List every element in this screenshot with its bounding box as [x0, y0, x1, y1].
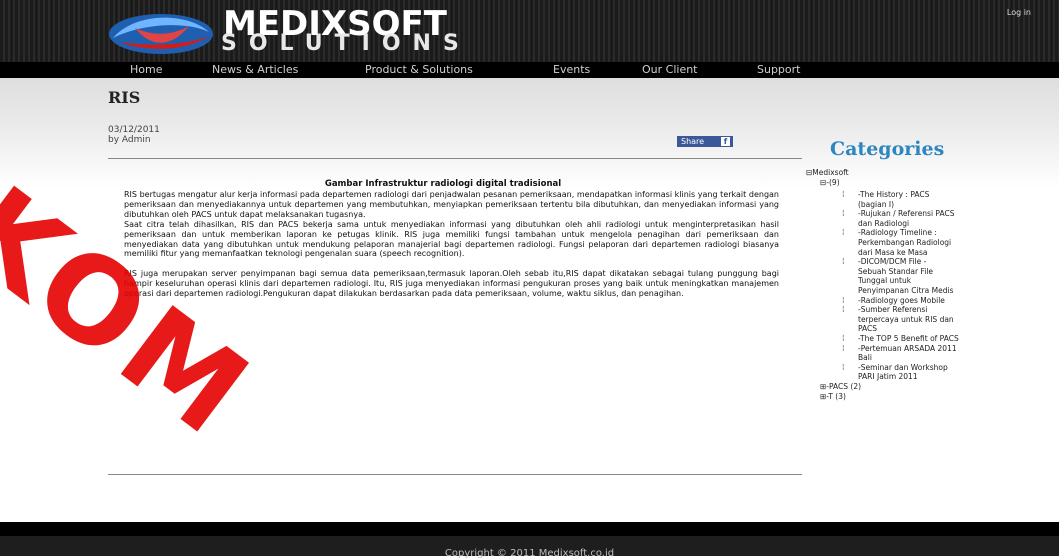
article-body: RIS bertugas mengatur alur kerja informa…	[124, 190, 779, 299]
facebook-icon: f	[721, 137, 730, 146]
site-header: MEDIXSOFT SOLUTIONS Log in	[0, 0, 1059, 62]
category-link[interactable]: -The TOP 5 Benefit of PACS	[858, 334, 1013, 344]
tree-guide-line: ¦	[842, 228, 845, 237]
category-link-text: -Pertemuan ARSADA 2011	[858, 343, 957, 353]
nav-item-support[interactable]: Support	[757, 62, 800, 78]
category-link-text: -The History : PACS	[858, 190, 930, 199]
main-nav: Home News & Articles Product & Solutions…	[0, 62, 1059, 78]
nav-item-home[interactable]: Home	[130, 62, 162, 78]
category-link-text: Bali	[858, 353, 872, 363]
medixsoft-logo[interactable]: MEDIXSOFT SOLUTIONS	[105, 4, 505, 58]
article-paragraph: RIS juga merupakan server penyimpanan ba…	[124, 269, 779, 299]
copyright-text: Copyright © 2011 Medixsoft.co.id	[444, 548, 615, 559]
category-link[interactable]: -Rujukan / Referensi PACS dan Radiologi	[858, 209, 1013, 228]
divider	[108, 158, 802, 159]
post-date: 03/12/2011	[108, 125, 160, 135]
category-link-text: -Radiology Timeline :	[858, 228, 937, 238]
tree-guide-line: ¦	[842, 257, 845, 266]
article-paragraph: Saat citra telah dihasilkan, RIS dan PAC…	[124, 219, 779, 259]
categories-heading: Categories	[830, 138, 945, 160]
nav-item-our-client[interactable]: Our Client	[642, 62, 698, 78]
category-link-text: Penyimpanan Citra Medis	[858, 285, 954, 295]
nav-item-news-articles[interactable]: News & Articles	[212, 62, 298, 78]
category-link-text: dan Radiologi	[858, 218, 910, 228]
tree-root-medixsoft[interactable]: ⊟Medixsoft	[806, 168, 849, 178]
category-link-text: -Seminar dan Workshop	[858, 362, 948, 372]
tree-guide-line: ¦	[842, 343, 845, 352]
category-link[interactable]: -DICOM/DCM File - Sebuah Standar File Tung…	[858, 257, 1013, 295]
tree-guide-line: ¦	[842, 362, 845, 371]
image-caption: Gambar Infrastruktur radiologi digital t…	[324, 179, 562, 189]
nav-item-events[interactable]: Events	[553, 62, 590, 78]
category-link-text: -Rujukan / Referensi PACS	[858, 209, 955, 219]
tree-guide-line: ¦	[842, 305, 845, 314]
main-content: RIS 03/12/2011 by Admin Share f Gambar I…	[0, 78, 1059, 520]
category-link-text: Perkembangan Radiologi	[858, 237, 952, 247]
category-link-text: Sebuah Standar File	[858, 266, 934, 276]
category-link-text: dari Masa ke Masa	[858, 247, 928, 257]
category-link-text: -DICOM/DCM File -	[858, 257, 927, 267]
tree-guide-line: ¦	[842, 334, 845, 342]
site-footer: Copyright © 2011 Medixsoft.co.id	[0, 536, 1059, 559]
category-link-text: terpercaya untuk RIS dan	[858, 314, 954, 324]
tree-guide-line: ¦	[842, 295, 845, 304]
footer-bar	[0, 522, 1059, 536]
category-link-text: -The TOP 5 Benefit of PACS	[858, 334, 959, 343]
category-link[interactable]: -Radiology goes Mobile	[858, 296, 1013, 306]
category-link-text: (bagian I)	[858, 199, 894, 209]
page-title: RIS	[108, 88, 141, 107]
post-author: by Admin	[108, 135, 151, 145]
share-button[interactable]: Share f	[677, 136, 733, 147]
category-link-text: -Radiology goes Mobile	[858, 295, 945, 305]
share-label: Share	[681, 137, 705, 146]
category-link-text: PARI Jatim 2011	[858, 372, 918, 382]
tree-guide-line: ¦	[842, 190, 845, 198]
category-link[interactable]: -Radiology Timeline : Perkembangan Radiol…	[858, 228, 1013, 257]
tree-group-pacs[interactable]: ⊞-PACS (2)	[820, 382, 861, 392]
category-link[interactable]: -Sumber Referensi terpercaya untuk RIS da…	[858, 305, 1013, 334]
logo-text-solutions: SOLUTIONS	[221, 31, 471, 56]
login-link[interactable]: Log in	[1007, 8, 1031, 17]
category-link-text: PACS	[858, 324, 878, 334]
category-link[interactable]: -The History : PACS (bagian I)	[858, 190, 1013, 209]
paragraph-spacer	[124, 259, 779, 269]
category-link-text: Tunggal untuk	[858, 276, 912, 286]
article-paragraph: RIS bertugas mengatur alur kerja informa…	[124, 190, 779, 219]
category-link[interactable]: -Pertemuan ARSADA 2011 Bali	[858, 344, 1013, 363]
category-link[interactable]: -Seminar dan Workshop PARI Jatim 2011	[858, 363, 1013, 382]
tree-guide-line: ¦	[842, 209, 845, 218]
category-link-text: -Sumber Referensi	[858, 305, 928, 315]
divider	[108, 474, 802, 475]
logo-swoosh-icon	[109, 14, 213, 54]
tree-group-t[interactable]: ⊞-T (3)	[820, 392, 846, 402]
tree-group-9[interactable]: ⊟-(9)	[820, 178, 840, 188]
nav-item-product-solutions[interactable]: Product & Solutions	[365, 62, 473, 78]
